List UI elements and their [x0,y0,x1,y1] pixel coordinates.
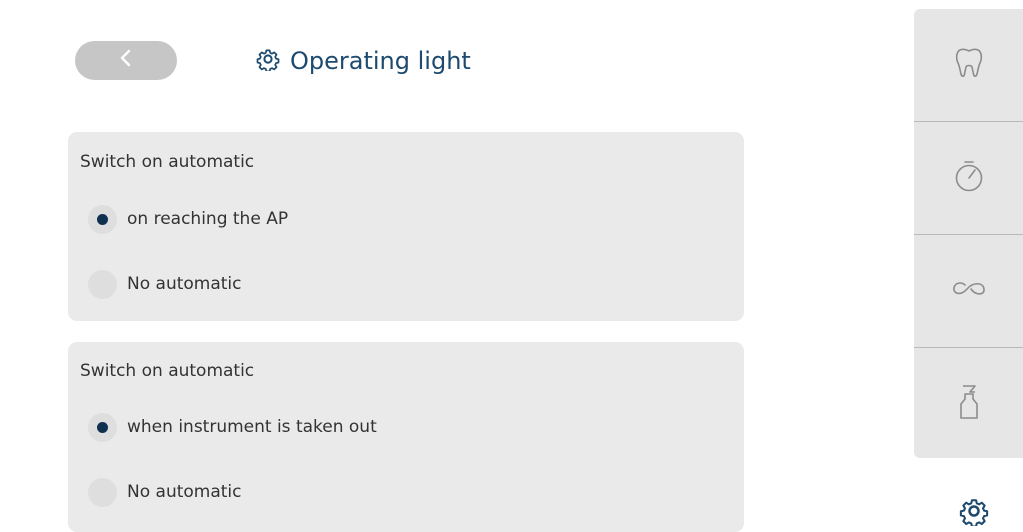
radio-button[interactable] [88,204,117,234]
sidebar-item-tooth[interactable] [914,9,1023,121]
sidebar-item-cleaning[interactable] [914,348,1023,460]
infinity-icon [950,279,988,304]
page-header: Operating light [256,44,471,78]
option-no-automatic[interactable]: No automatic [88,268,242,300]
radio-button[interactable] [88,412,117,442]
option-label: when instrument is taken out [127,417,377,437]
switch-on-automatic-panel: Switch on automatic on reaching the AP N… [68,132,744,321]
panel-heading: Switch on automatic [80,361,255,381]
option-label: No automatic [127,274,242,294]
option-no-automatic[interactable]: No automatic [88,476,242,508]
gear-icon [256,47,280,76]
panel-heading: Switch on automatic [80,152,255,172]
option-label: No automatic [127,482,242,502]
chevron-left-icon [119,49,133,72]
radio-button[interactable] [88,477,117,507]
sidebar [914,9,1023,458]
option-on-reaching-ap[interactable]: on reaching the AP [88,203,288,235]
spray-bottle-icon [957,384,981,425]
radio-button[interactable] [88,269,117,299]
sidebar-item-settings[interactable] [958,497,990,529]
gear-icon [959,496,989,531]
sidebar-item-stopwatch[interactable] [914,122,1023,234]
back-button[interactable] [75,41,177,80]
page-title: Operating light [290,47,471,75]
sidebar-item-infinity[interactable] [914,235,1023,347]
tooth-icon [954,46,984,85]
option-instrument-taken-out[interactable]: when instrument is taken out [88,411,377,443]
stopwatch-icon [952,159,986,198]
switch-on-automatic-panel: Switch on automatic when instrument is t… [68,342,744,532]
option-label: on reaching the AP [127,209,289,229]
